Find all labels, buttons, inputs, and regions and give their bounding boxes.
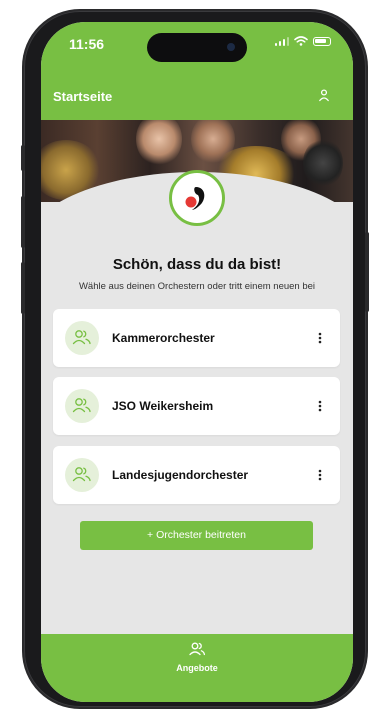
wifi-icon	[294, 36, 308, 46]
users-icon	[189, 642, 206, 656]
orchestra-card[interactable]: Landesjugendorchester	[53, 446, 340, 504]
phone-volume-up	[21, 196, 25, 248]
join-orchestra-button[interactable]: + Orchester beitreten	[80, 521, 313, 550]
phone-power-button	[365, 232, 369, 312]
orchestra-name: Kammerorchester	[112, 331, 215, 345]
tab-label: Angebote	[176, 663, 218, 673]
welcome-title: Schön, dass du da bist!	[112, 256, 282, 273]
orchestra-name: Landesjugendorchester	[112, 468, 249, 482]
bottom-nav: Angebote	[41, 634, 353, 702]
more-options-icon[interactable]	[318, 396, 322, 416]
orchestra-name: JSO Weikersheim	[112, 399, 214, 413]
camera-dot	[227, 43, 235, 51]
app-screen: 11:56 Startseite Schön, dass du da bist!…	[41, 22, 353, 702]
more-options-icon[interactable]	[318, 465, 322, 485]
logo-mark-icon	[185, 187, 205, 210]
status-time: 11:56	[69, 36, 105, 52]
page-title: Startseite	[53, 89, 113, 104]
battery-icon	[313, 36, 331, 46]
signal-icon	[274, 36, 289, 46]
user-icon[interactable]	[317, 88, 331, 102]
welcome-subtitle: Wähle aus deinen Orchestern oder tritt e…	[78, 281, 316, 292]
orchestra-card[interactable]: Kammerorchester	[53, 309, 340, 367]
app-logo	[169, 170, 225, 226]
orchestra-card[interactable]: JSO Weikersheim	[53, 377, 340, 435]
users-icon	[65, 389, 99, 423]
users-icon	[65, 321, 99, 355]
status-icons	[274, 36, 331, 46]
phone-volume-down	[21, 262, 25, 314]
tab-angebote[interactable]: Angebote	[167, 639, 227, 673]
dynamic-island	[147, 33, 247, 62]
phone-side-button	[21, 145, 25, 171]
status-bar: 11:56	[41, 22, 353, 66]
more-options-icon[interactable]	[318, 328, 322, 348]
users-icon	[65, 458, 99, 492]
